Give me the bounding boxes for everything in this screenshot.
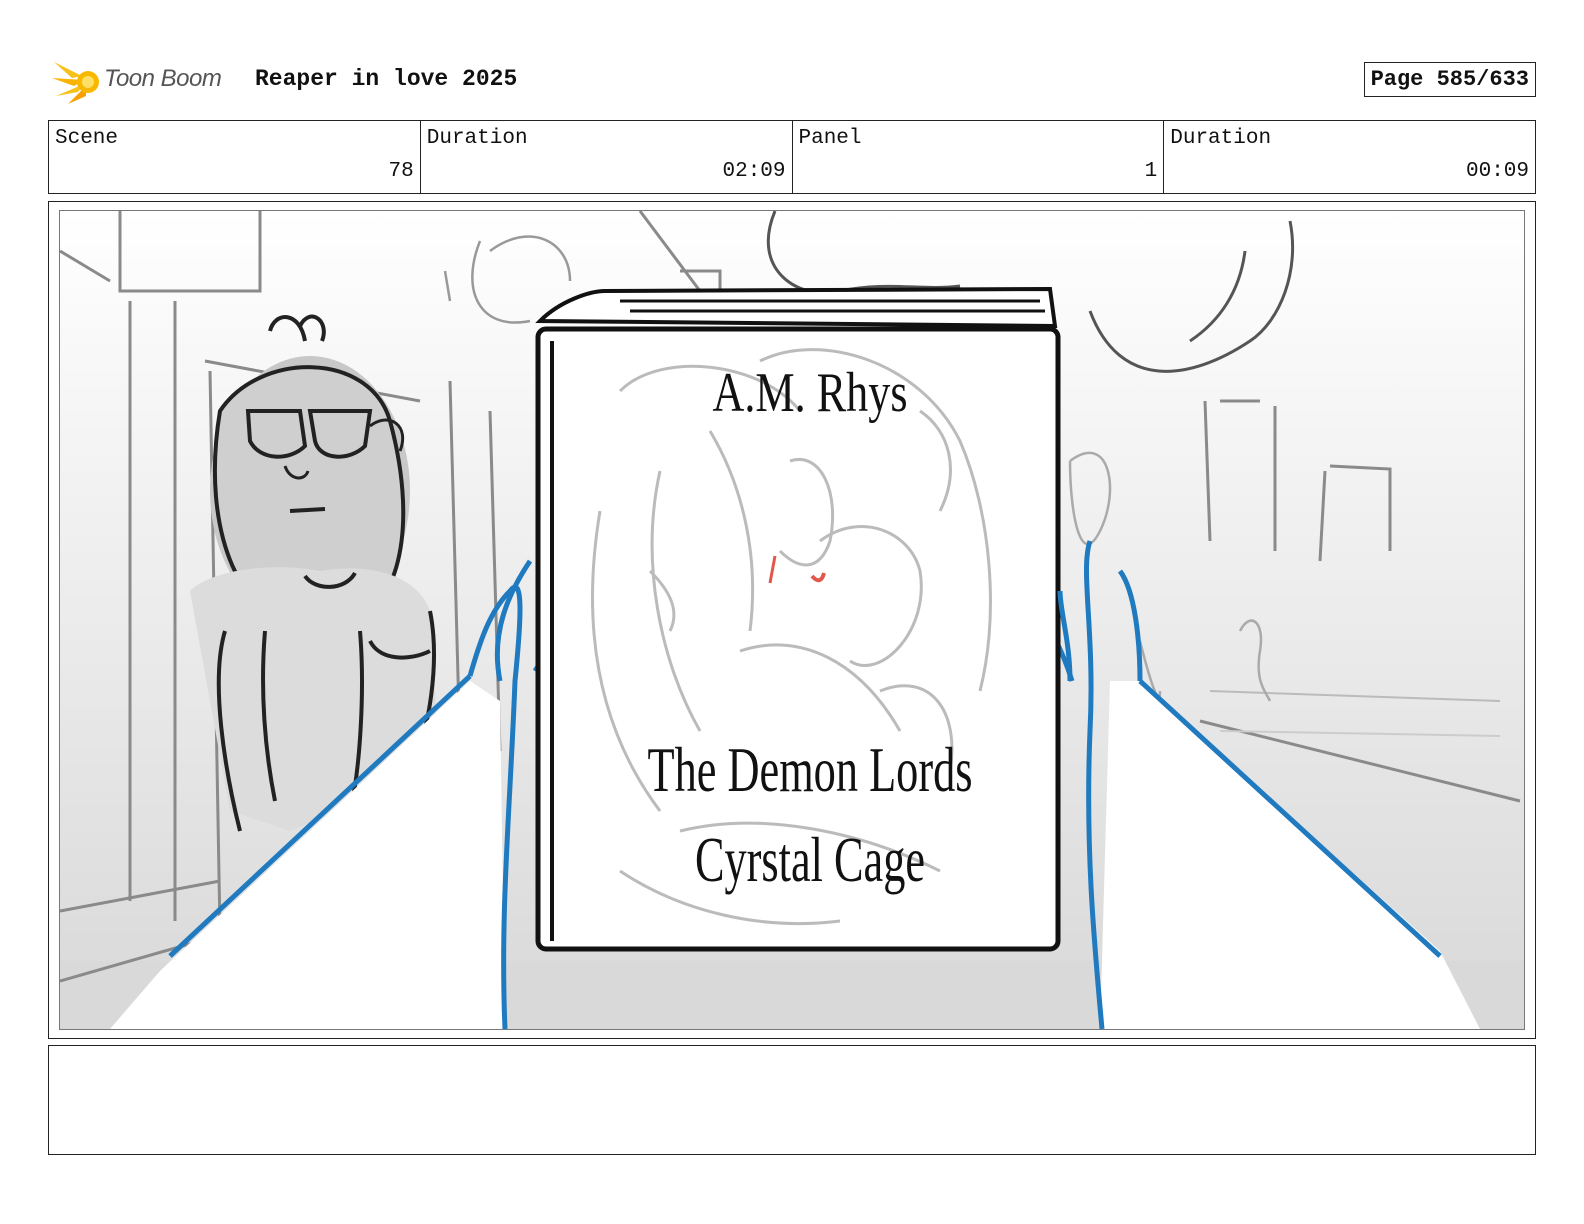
panel-duration-value: 00:09 <box>1465 160 1529 183</box>
toon-boom-logo: Toon Boom <box>52 56 242 106</box>
panel-sketch: A.M. Rhys The Demon Lords Cyrstal Cage <box>60 211 1524 1029</box>
logo-text: Toon Boom <box>104 65 222 92</box>
project-title: Reaper in love 2025 <box>255 66 518 92</box>
page-indicator: Page 585/633 <box>1363 62 1536 97</box>
logo-burst-icon <box>52 62 99 104</box>
panel-cell: Panel 1 <box>793 121 1165 193</box>
panel-drawing-frame: A.M. Rhys The Demon Lords Cyrstal Cage <box>59 210 1525 1030</box>
page-header: Toon Boom Reaper in love 2025 Page 585/6… <box>50 56 1536 106</box>
scene-value: 78 <box>388 160 414 183</box>
panel-label: Panel <box>798 127 862 150</box>
panel-value: 1 <box>1144 160 1158 183</box>
scene-info-row: Scene 78 Duration 02:09 Panel 1 Duration… <box>48 120 1536 194</box>
panel-duration-cell: Duration 00:09 <box>1164 121 1535 193</box>
scene-cell: Scene 78 <box>49 121 421 193</box>
book-title-line1: The Demon Lords <box>648 734 973 805</box>
book-cover: A.M. Rhys The Demon Lords Cyrstal Cage <box>535 286 1061 952</box>
panel-notes-box <box>48 1045 1536 1155</box>
scene-duration-label: Duration <box>426 127 528 150</box>
scene-duration-value: 02:09 <box>722 160 786 183</box>
panel-duration-label: Duration <box>1170 127 1272 150</box>
book-author: A.M. Rhys <box>713 362 908 424</box>
scene-duration-cell: Duration 02:09 <box>421 121 793 193</box>
storyboard-panel: A.M. Rhys The Demon Lords Cyrstal Cage <box>48 201 1536 1039</box>
book-title-line2: Cyrstal Cage <box>695 824 925 895</box>
scene-label: Scene <box>55 127 119 150</box>
